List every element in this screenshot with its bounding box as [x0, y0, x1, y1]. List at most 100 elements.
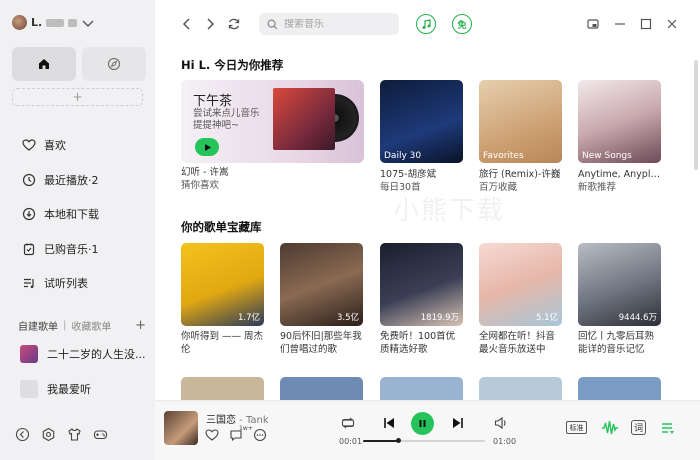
- add-shortcut-button[interactable]: +: [12, 88, 143, 106]
- playlist-card[interactable]: 1819.9万 免费听！100首优质精选好歌: [380, 243, 463, 356]
- recommend-title: Hi L. 今日为你推荐: [181, 58, 284, 72]
- discover-button[interactable]: [82, 47, 146, 81]
- recommend-card[interactable]: Daily 30 1075-胡彦斌 每日30首: [380, 80, 463, 194]
- search-box[interactable]: [259, 13, 399, 35]
- list-icon: [24, 279, 34, 289]
- playlist-item[interactable]: 二十二岁的人生没...: [20, 345, 146, 363]
- sidebar-item-label: 本地和下载: [44, 208, 99, 222]
- lyric-button[interactable]: 词: [631, 420, 646, 435]
- back-arrow-icon[interactable]: [180, 17, 194, 31]
- recommend-banner[interactable]: 下午茶 尝试来点儿音乐提提神吧~: [181, 80, 364, 163]
- forward-arrow-icon[interactable]: [203, 17, 217, 31]
- skin-icon[interactable]: [67, 427, 82, 442]
- play-count: 1819.9万: [420, 313, 459, 323]
- comment-button[interactable]: 1w+: [229, 425, 253, 442]
- home-button[interactable]: [12, 47, 76, 81]
- scrollbar[interactable]: [694, 60, 698, 170]
- banner-title: 下午茶: [193, 94, 233, 109]
- mini-mode-icon[interactable]: [586, 17, 600, 31]
- card-description: 90后怀旧|那些年我们曾唱过的歌: [280, 331, 362, 355]
- playlist-tabs: 自建歌单 | 收藏歌单 +: [18, 318, 146, 333]
- heart-icon[interactable]: [205, 428, 219, 442]
- card-line1: 旅行 (Remix)-许巍: [479, 169, 561, 180]
- playlist-card-partial[interactable]: [578, 377, 661, 400]
- sidebar-item-likes[interactable]: 喜欢: [0, 128, 155, 163]
- playlist-card[interactable]: 1.7亿 你听得到 —— 周杰伦: [181, 243, 264, 356]
- banner-caption: 幻听 - 许嵩 猜你喜欢: [181, 166, 228, 192]
- playlist-card-partial[interactable]: [280, 377, 363, 400]
- sidebar-item-label: 喜欢: [44, 139, 66, 153]
- recommend-card[interactable]: New Songs Anytime, Anyplace... 新歌推荐: [578, 80, 661, 194]
- recommend-card[interactable]: Favorites 旅行 (Remix)-许巍 百万收藏: [479, 80, 562, 194]
- settings-icon[interactable]: [41, 427, 56, 442]
- maximize-icon[interactable]: [639, 17, 653, 31]
- quality-button[interactable]: 标准: [566, 421, 587, 434]
- card-cover-image: 5.1亿: [479, 243, 562, 326]
- playlist-item[interactable]: 我最爱听: [20, 380, 91, 398]
- previous-icon[interactable]: [383, 417, 395, 429]
- playlist-card[interactable]: 3.5亿 90后怀旧|那些年我们曾唱过的歌: [280, 243, 363, 356]
- playlist-thumbnail: [20, 345, 38, 363]
- tab-created-playlists[interactable]: 自建歌单: [18, 318, 58, 333]
- playlist-queue-icon[interactable]: [660, 420, 676, 436]
- now-playing-cover[interactable]: [164, 411, 198, 445]
- tab-collected-playlists[interactable]: 收藏歌单: [71, 318, 111, 333]
- card-cover-image: 9444.6万: [578, 243, 661, 326]
- card-cover-image: Daily 30: [380, 80, 463, 163]
- minimize-icon[interactable]: [613, 17, 627, 31]
- progress-fill: [363, 440, 399, 442]
- home-icon: [39, 59, 49, 69]
- music-note-icon: [422, 18, 431, 29]
- progress-bar[interactable]: [363, 438, 485, 443]
- now-playing-title[interactable]: 三国恋 - Tank: [206, 411, 269, 426]
- game-controller-icon[interactable]: [93, 427, 108, 442]
- more-icon[interactable]: [253, 428, 267, 442]
- compass-icon: [107, 57, 121, 71]
- sidebar-item-trial-list[interactable]: 试听列表: [0, 266, 155, 301]
- card-tag: New Songs: [582, 151, 632, 161]
- free-mode-button[interactable]: 免: [452, 14, 472, 34]
- download-icon: [22, 208, 36, 221]
- card-cover-image: Favorites: [479, 80, 562, 163]
- playlist-card-partial[interactable]: [479, 377, 562, 400]
- sidebar-menu: 喜欢 最近播放·2 本地和下载 已购音乐·1 试听列表: [0, 128, 155, 301]
- user-menu[interactable]: L.: [12, 15, 95, 30]
- refresh-icon[interactable]: [227, 17, 241, 31]
- player-bar: 三国恋 - Tank 1w+ 00:01 01:00 标准 词: [155, 400, 700, 460]
- playlist-card[interactable]: 5.1亿 全网都在听！抖音最火音乐放送中: [479, 243, 562, 356]
- loop-icon[interactable]: [340, 415, 356, 431]
- play-count: 5.1亿: [535, 313, 558, 323]
- banner-caption-type: 猜你喜欢: [181, 180, 220, 191]
- playlist-card-partial[interactable]: [380, 377, 463, 400]
- next-icon[interactable]: [452, 417, 464, 429]
- volume-icon[interactable]: [493, 415, 509, 431]
- avatar[interactable]: [12, 15, 27, 30]
- banner-play-button[interactable]: [195, 138, 219, 156]
- pause-icon: [419, 420, 426, 427]
- playlist-thumbnail: [20, 380, 38, 398]
- main-content: 免 Hi L. 今日为你推荐 下午茶 尝试来点儿音乐提提神吧~ 幻听 - 许嵩 …: [155, 0, 700, 400]
- search-input[interactable]: [284, 18, 384, 30]
- sidebar-item-purchased[interactable]: 已购音乐·1: [0, 232, 155, 267]
- playlist-label: 二十二岁的人生没...: [47, 348, 146, 361]
- add-playlist-button[interactable]: +: [135, 318, 146, 333]
- playlist-card[interactable]: 9444.6万 回忆丨九零后耳熟能详的音乐记忆: [578, 243, 661, 356]
- sidebar-item-local[interactable]: 本地和下载: [0, 197, 155, 232]
- current-time: 00:01: [339, 437, 363, 446]
- card-tag: Daily 30: [384, 151, 422, 161]
- sound-effect-icon[interactable]: [601, 419, 619, 437]
- chevron-down-icon[interactable]: [81, 18, 95, 28]
- level-badge: [68, 18, 78, 27]
- pause-button[interactable]: [411, 412, 434, 435]
- topbar: 免: [155, 0, 700, 50]
- comment-count: 1w+: [239, 425, 253, 432]
- sidebar-item-recent[interactable]: 最近播放·2: [0, 163, 155, 198]
- search-icon: [267, 18, 278, 29]
- back-circle-icon[interactable]: [15, 427, 30, 442]
- music-recognize-button[interactable]: [416, 14, 436, 34]
- card-line2: 新歌推荐: [578, 182, 617, 193]
- total-time: 01:00: [493, 437, 517, 446]
- playlist-card-partial[interactable]: [181, 377, 264, 400]
- close-icon[interactable]: [665, 17, 679, 31]
- progress-knob[interactable]: [395, 438, 401, 443]
